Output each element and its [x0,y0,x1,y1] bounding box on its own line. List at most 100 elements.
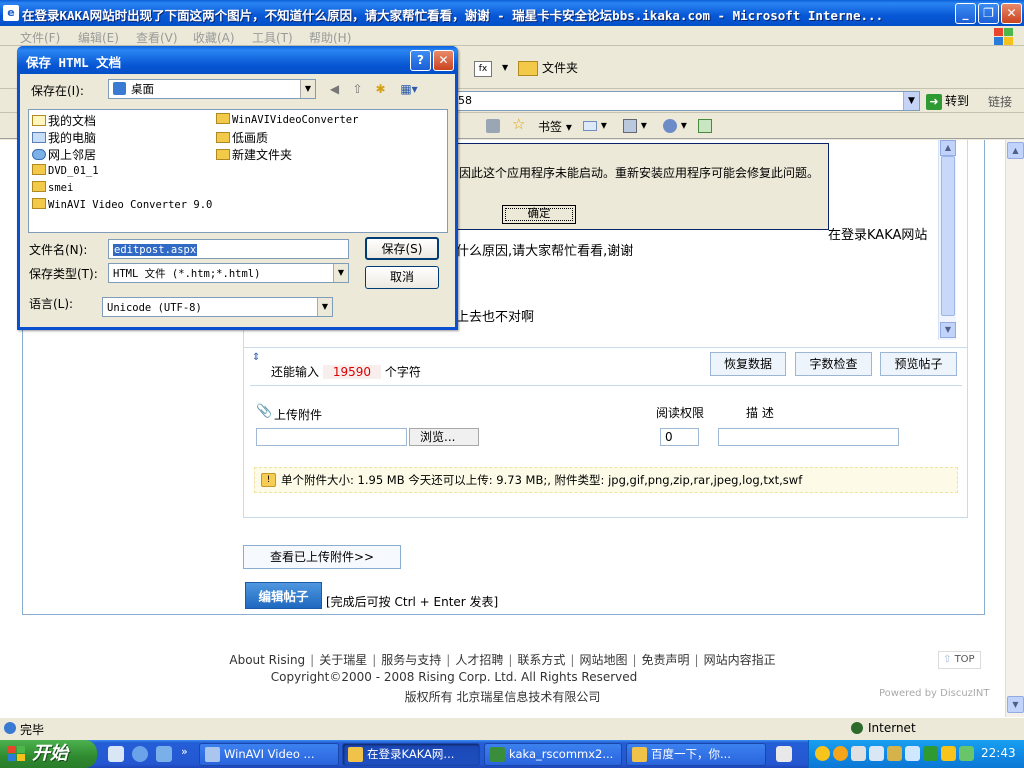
footer-link[interactable]: 网站内容指正 [704,653,776,667]
shield-icon[interactable] [923,746,938,761]
chevron-right-icon[interactable]: » [181,745,188,758]
scroll-thumb[interactable] [941,156,955,316]
minimize-button[interactable]: _ [955,3,976,24]
editor-scrollbar[interactable]: ▲ ▼ [938,140,956,340]
resize-icon[interactable]: ⇕ [252,352,260,363]
list-item[interactable]: 低画质 [216,129,268,146]
folders-button[interactable]: 文件夹 [518,59,578,76]
help-button[interactable]: ? [410,50,431,71]
chevron-down-icon[interactable]: ▼ [300,80,315,98]
task-label: kaka_rscommx2... [509,747,614,761]
scroll-up-icon[interactable]: ▲ [1007,142,1024,159]
list-item[interactable]: DVD_01_1 [32,163,99,177]
menu-bar: 文件(F) 编辑(E) 查看(V) 收藏(A) 工具(T) 帮助(H) [0,26,1024,46]
cancel-button[interactable]: 取消 [365,266,439,289]
save-in-select[interactable]: 桌面 ▼ [108,79,316,99]
list-item[interactable]: smei [32,180,73,194]
print-icon[interactable]: ▾ [623,118,647,133]
scroll-down-icon[interactable]: ▼ [1007,696,1024,713]
attachment-file-input[interactable] [256,428,407,446]
mail-icon[interactable]: ▾ [583,118,607,132]
menu-help[interactable]: 帮助(H) [309,29,351,46]
dialog-close-button[interactable]: ✕ [433,50,454,71]
word-count-button[interactable]: 字数检查 [795,352,872,376]
filetype-select[interactable]: HTML 文件 (*.htm;*.html) ▼ [108,263,349,283]
messenger-icon[interactable]: ▾ [663,118,687,133]
tray-icon[interactable] [905,746,920,761]
footer-link[interactable]: 联系方式 [517,653,565,667]
tray-icon[interactable] [851,746,866,761]
editor-text-line1[interactable]: 在登录KAKA网站 [828,224,927,243]
back-to-top-button[interactable]: ⇧ TOP [938,651,981,669]
go-button[interactable]: ➜ 转到 [926,92,969,110]
menu-file[interactable]: 文件(F) [20,29,60,46]
tray-icon[interactable] [887,746,902,761]
task-kaka[interactable]: kaka_rscommx2... [484,743,622,766]
list-item[interactable]: WinAVI Video Converter 9.0 [32,197,212,211]
tray-icon[interactable] [941,746,956,761]
ie-quicklaunch-icon[interactable] [132,746,148,762]
footer-link[interactable]: 服务与支持 [381,653,441,667]
star-icon[interactable]: ☆ [512,115,525,133]
tray-icon[interactable] [815,746,830,761]
research-icon[interactable] [698,118,712,133]
rss-icon[interactable] [486,118,500,133]
bookmarks-button[interactable]: 书签 ▾ [538,118,572,135]
editor-text-line2[interactable]: 什么原因,请大家帮忙看看,谢谢 [456,240,633,259]
scroll-up-icon[interactable]: ▲ [940,140,956,156]
editor-text-line3[interactable]: 上去也不对啊 [456,306,534,325]
keyboard-icon[interactable] [776,746,792,762]
list-item[interactable]: 我的文档 [32,112,96,129]
page-scrollbar[interactable]: ▲ ▼ [1005,140,1024,717]
footer-link[interactable]: 关于瑞星 [319,653,367,667]
chevron-down-icon[interactable]: ▼ [333,264,348,282]
menu-favorites[interactable]: 收藏(A) [193,29,235,46]
close-button[interactable]: ✕ [1001,3,1022,24]
address-input[interactable]: 58 ▼ [455,91,920,111]
view-uploaded-button[interactable]: 查看已上传附件>> [243,545,401,569]
links-button[interactable]: 链接 [988,93,1012,110]
preview-post-button[interactable]: 预览帖子 [880,352,957,376]
formula-icon[interactable]: fx [474,61,492,77]
menu-tools[interactable]: 工具(T) [252,29,293,46]
footer-link[interactable]: About Rising [229,653,305,667]
description-input[interactable] [718,428,899,446]
footer-link[interactable]: 免责声明 [642,653,690,667]
filename-input[interactable]: editpost.aspx [108,239,349,259]
network-icon[interactable] [959,746,974,761]
view-menu-icon[interactable]: ▦▾ [396,81,422,98]
maximize-button[interactable]: ❐ [978,3,999,24]
permission-input[interactable]: 0 [660,428,699,446]
save-button[interactable]: 保存(S) [365,237,439,260]
chevron-down-icon[interactable]: ▼ [317,298,332,316]
encoding-select[interactable]: Unicode (UTF-8) ▼ [102,297,333,317]
media-quicklaunch-icon[interactable] [156,746,172,762]
address-dropdown-icon[interactable]: ▼ [903,92,919,110]
list-item[interactable]: WinAVIVideoConverter [216,112,358,126]
tray-icon[interactable] [833,746,848,761]
new-folder-icon[interactable]: ✱ [372,81,389,98]
menu-view[interactable]: 查看(V) [136,29,178,46]
back-icon[interactable]: ◀ [326,81,343,98]
footer-link[interactable]: 网站地图 [579,653,627,667]
task-ie-active[interactable]: 在登录KAKA网... [342,743,480,766]
file-list[interactable]: 我的文档 我的电脑 网上邻居 DVD_01_1 smei WinAVI Vide… [28,109,448,233]
quicklaunch-icon[interactable] [108,746,124,762]
list-item[interactable]: 新建文件夹 [216,146,292,163]
scroll-down-icon[interactable]: ▼ [940,322,956,338]
start-button[interactable]: 开始 [0,740,97,768]
tray-icon[interactable] [869,746,884,761]
footer-link[interactable]: 人才招聘 [455,653,503,667]
chevron-down-icon[interactable]: ▼ [502,63,508,72]
restore-data-button[interactable]: 恢复数据 [710,352,786,376]
task-winavi[interactable]: WinAVI Video ... [199,743,339,766]
menu-edit[interactable]: 编辑(E) [78,29,119,46]
save-in-label: 保存在(I): [31,84,84,98]
edit-post-button[interactable]: 编辑帖子 [245,582,322,609]
up-folder-icon[interactable]: ⇧ [349,81,366,98]
browse-button[interactable]: 浏览... [409,428,479,446]
list-item[interactable]: 网上邻居 [32,146,96,163]
list-item[interactable]: 我的电脑 [32,129,96,146]
ok-button[interactable]: 确定 [502,205,576,224]
task-baidu[interactable]: 百度一下，你... [626,743,766,766]
